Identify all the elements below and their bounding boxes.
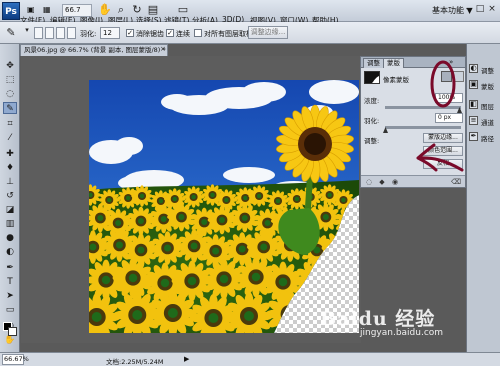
maximize-icon[interactable]: □ [474,4,486,15]
feather-slider[interactable] [385,126,461,129]
toolbox: ✥ ⬚ ◌ ✎ ⌗ ⁄ ✚ ♦ ⊥ ↺ ◪ ▥ ● ◐ ✒ T ➤ ▭ ◉ ✋ … [0,44,20,359]
mask-type-label: 像素蒙版 [383,76,409,84]
path-select-icon[interactable]: ➤ [3,290,17,302]
feather-label: 羽化: [364,117,380,125]
dock-item-adjustments[interactable]: ◐ 调整 [469,62,499,76]
watermark-url: jingyan.baidu.com [360,328,444,338]
quick-select-tool-icon[interactable]: ✎ [4,26,18,39]
dock-item-label: 蒙版 [481,83,494,91]
dock-item-masks[interactable]: ▣ 蒙版 [469,78,499,92]
collapse-panel-icon[interactable]: » [449,58,453,66]
tool-preset-arrow-icon[interactable]: ▾ [20,26,34,34]
marquee-tool-icon[interactable]: ⬚ [3,74,17,86]
density-slider[interactable] [385,106,461,109]
channels-icon: ≡ [469,116,478,125]
mask-icon: ▣ [469,80,478,89]
delete-mask-icon[interactable]: ⌫ [451,177,461,187]
mask-thumbnail-graphic [365,72,379,83]
tab-masks[interactable]: 蒙版 [383,58,404,68]
new-selection-icon[interactable] [34,27,43,39]
close-tab-icon[interactable]: × [160,45,166,53]
pen-tool-icon[interactable]: ✒ [3,262,17,274]
apply-mask-icon[interactable]: ◆ [377,177,387,187]
dock-item-label: 通道 [481,119,494,127]
sunflower-image [89,80,359,333]
refine-edge-button[interactable]: 调整边缘... [248,26,288,39]
eraser-tool-icon[interactable]: ◪ [3,204,17,216]
contiguous-checkbox[interactable]: ✓ [166,29,174,37]
dock-item-label: 调整 [481,67,494,75]
vector-mask-button[interactable] [453,71,464,82]
history-brush-icon[interactable]: ↺ [3,190,17,202]
minimize-icon[interactable]: – [462,4,474,15]
document-size: 文档:2.25M/5.24M [106,358,164,366]
type-tool-icon[interactable]: T [3,276,17,288]
refine-label: 调整: [364,137,380,145]
sample-all-checkbox[interactable] [194,29,202,37]
mask-edge-button[interactable]: 蒙版边缘... [423,133,463,143]
dock-item-paths[interactable]: ✒ 路径 [469,130,499,144]
antialias-checkbox[interactable]: ✓ [126,29,134,37]
paths-icon: ✒ [469,132,478,141]
tab-adjustments[interactable]: 调整 [363,58,384,68]
photoshop-logo[interactable]: Ps [2,2,20,20]
menu-bridge-icon[interactable]: ▣ [27,5,35,14]
menu-bar: Ps ▣ ▦ 66.7 ✋ ⌕ ↻ ▤ ▭ 文件(F) 编辑(E) 图像(I) … [0,0,500,25]
background-color-swatch[interactable] [8,327,17,336]
pixel-mask-button[interactable] [441,71,452,82]
move-tool-icon[interactable]: ✥ [3,60,17,72]
feather-input[interactable]: 0 px [435,113,463,123]
eyedropper-tool-icon[interactable]: ⁄ [3,132,17,144]
load-selection-icon[interactable]: ◌ [364,177,374,187]
panel-tab-strip: 调整 蒙版 » [361,57,465,68]
zoom-percent-field[interactable]: 66.67% [2,354,29,365]
sample-all-label: 对所有图层取样 [204,30,253,38]
close-window-icon[interactable]: × [486,4,498,15]
feather-input[interactable]: 12 [100,27,120,39]
contiguous-label: 连续 [176,30,190,38]
gradient-tool-icon[interactable]: ▥ [3,218,17,230]
density-input[interactable]: 100% [435,93,463,103]
visibility-icon[interactable]: ◉ [390,177,400,187]
brush-tool-icon[interactable]: ♦ [3,162,17,174]
sunflower-photo[interactable] [89,80,359,333]
quick-select-tool-icon[interactable]: ✎ [3,102,17,114]
document-tab[interactable]: 风景06.jpg @ 66.7% (背景 副本, 图层蒙版/8) * [20,44,168,56]
feather-label: 羽化: [80,30,97,38]
intersect-selection-icon[interactable] [67,27,76,39]
mask-thumbnail[interactable] [364,71,380,84]
blur-tool-icon[interactable]: ● [3,232,17,244]
watermark-brand: Baidu 经验 [320,308,436,330]
baidu-watermark: Baidu 经验 jingyan.baidu.com [300,302,500,352]
dock-item-layers[interactable]: ◧ 图层 [469,98,499,112]
layers-icon: ◧ [469,100,478,109]
dock-item-label: 图层 [481,103,494,111]
menu-minibridge-icon[interactable]: ▦ [43,5,51,14]
invert-button[interactable]: 反相 [423,159,463,169]
color-range-button[interactable]: 颜色范围... [423,146,463,156]
masks-panel: 调整 蒙版 » 像素蒙版 浓度: 100% 羽化: 0 px 调整: 蒙版边缘.… [360,56,466,188]
dock-item-label: 路径 [481,135,494,143]
antialias-label: 消除锯齿 [136,30,164,38]
clone-stamp-icon[interactable]: ⊥ [3,176,17,188]
healing-brush-icon[interactable]: ✚ [3,148,17,160]
add-selection-icon[interactable] [45,27,54,39]
dock-item-channels[interactable]: ≡ 通道 [469,114,499,128]
lasso-tool-icon[interactable]: ◌ [3,88,17,100]
panel-footer: ◌ ◆ ◉ ⌫ [361,175,465,187]
dodge-tool-icon[interactable]: ◐ [3,246,17,258]
density-label: 浓度: [364,97,380,105]
adjust-icon: ◐ [469,64,478,73]
crop-tool-icon[interactable]: ⌗ [3,118,17,130]
status-bar: 66.67% 文档:2.25M/5.24M ▶ [0,352,500,366]
status-menu-arrow-icon[interactable]: ▶ [184,355,189,363]
subtract-selection-icon[interactable] [56,27,65,39]
options-bar: ✎ ▾ 羽化: 12 ✓ 消除锯齿 ✓ 连续 对所有图层取样 调整边缘... [0,22,500,44]
shape-tool-icon[interactable]: ▭ [3,304,17,316]
